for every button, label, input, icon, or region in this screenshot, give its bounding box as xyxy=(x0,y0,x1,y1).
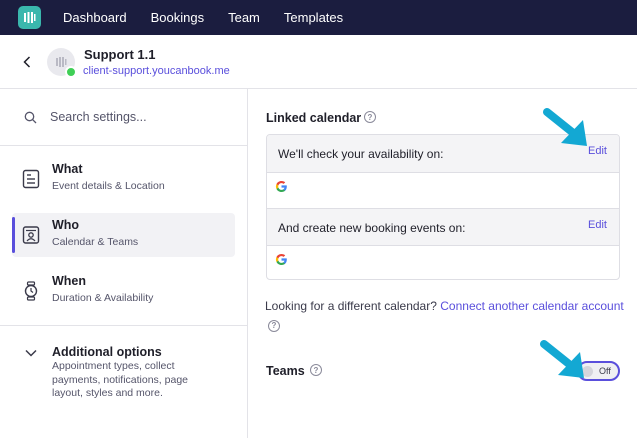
sidebar-item-title: Additional options xyxy=(52,345,162,359)
booking-calendar-row: And create new booking events on: Edit xyxy=(267,208,619,246)
different-calendar-prompt: Looking for a different calendar? Connec… xyxy=(265,298,625,332)
sidebar-item-desc: Duration & Availability xyxy=(52,292,154,304)
help-icon[interactable]: ? xyxy=(268,320,280,332)
annotation-arrow-icon xyxy=(540,340,584,378)
top-nav: Dashboard Bookings Team Templates xyxy=(0,0,637,35)
teams-heading: Teams xyxy=(266,364,305,378)
nav-dashboard[interactable]: Dashboard xyxy=(63,10,127,25)
settings-search xyxy=(10,99,238,135)
help-icon[interactable]: ? xyxy=(310,364,322,376)
booking-calendar-text: And create new booking events on: xyxy=(278,221,466,235)
sidebar-item-title: When xyxy=(52,274,87,288)
help-icon[interactable]: ? xyxy=(364,111,376,123)
toggle-state-label: Off xyxy=(599,366,611,376)
nav-team[interactable]: Team xyxy=(228,10,260,25)
google-icon xyxy=(275,181,287,192)
annotation-arrow-icon xyxy=(543,108,587,146)
different-calendar-text: Looking for a different calendar? xyxy=(265,299,437,313)
app-logo-icon[interactable] xyxy=(18,6,41,29)
search-input[interactable] xyxy=(50,107,230,127)
sidebar-item-desc: Appointment types, collect payments, not… xyxy=(52,360,188,399)
edit-booking-calendar-link[interactable]: Edit xyxy=(588,219,607,231)
settings-sidebar: What Event details & Location Who Calend… xyxy=(0,89,248,438)
linked-calendar-heading: Linked calendar xyxy=(266,111,362,125)
chevron-down-icon xyxy=(25,349,37,357)
availability-calendar-text: We'll check your availability on: xyxy=(278,147,444,161)
sidebar-divider xyxy=(0,145,247,146)
sidebar-item-what[interactable]: What Event details & Location xyxy=(12,157,235,201)
google-icon xyxy=(275,254,287,265)
sidebar-item-title: What xyxy=(52,162,83,176)
search-icon xyxy=(24,111,37,124)
sidebar-item-who[interactable]: Who Calendar & Teams xyxy=(12,213,235,257)
sidebar-divider xyxy=(0,325,247,326)
page-header: Support 1.1 client-support.youcanbook.me xyxy=(0,35,637,89)
sidebar-item-title: Who xyxy=(52,218,80,232)
document-icon xyxy=(22,169,40,189)
nav-bookings[interactable]: Bookings xyxy=(151,10,204,25)
sidebar-item-when[interactable]: When Duration & Availability xyxy=(12,269,235,313)
linked-calendar-box: We'll check your availability on: Edit A… xyxy=(266,134,620,280)
page-title: Support 1.1 xyxy=(84,47,156,62)
back-chevron-icon[interactable] xyxy=(20,54,34,70)
sidebar-item-desc: Calendar & Teams xyxy=(52,236,139,248)
sidebar-item-desc: Event details & Location xyxy=(52,180,165,192)
contact-card-icon xyxy=(22,226,40,244)
booking-page-url-link[interactable]: client-support.youcanbook.me xyxy=(83,65,230,77)
nav-templates[interactable]: Templates xyxy=(284,10,343,25)
online-status-indicator xyxy=(65,66,77,78)
connect-calendar-link[interactable]: Connect another calendar account xyxy=(440,299,623,313)
watch-icon xyxy=(24,281,38,301)
